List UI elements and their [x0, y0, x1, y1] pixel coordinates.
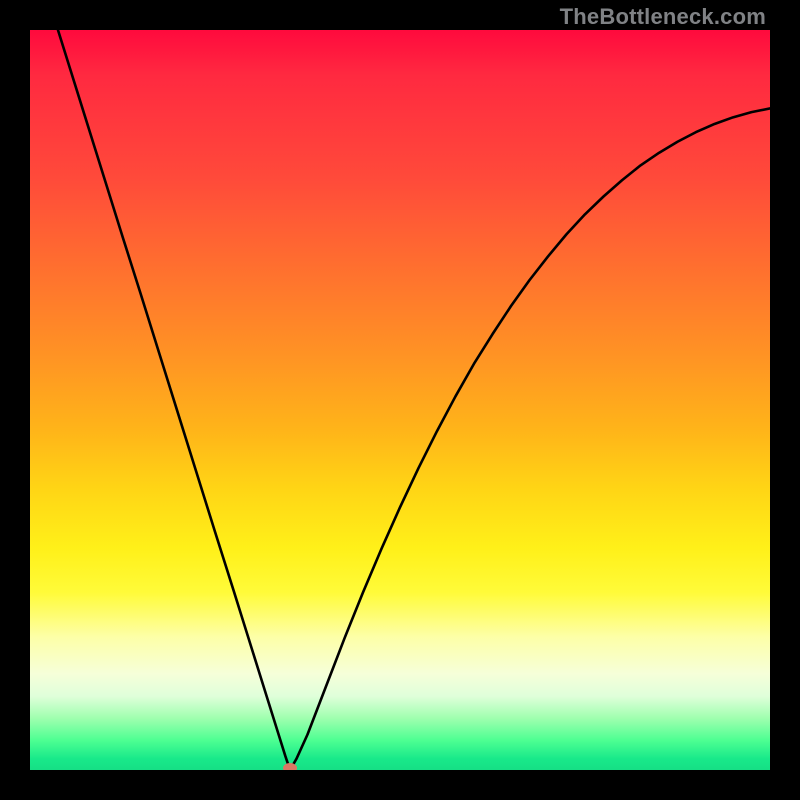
watermark-text: TheBottleneck.com	[560, 4, 766, 30]
bottleneck-curve	[58, 30, 770, 770]
plot-area	[30, 30, 770, 770]
curve-overlay	[30, 30, 770, 770]
chart-frame: TheBottleneck.com	[0, 0, 800, 800]
